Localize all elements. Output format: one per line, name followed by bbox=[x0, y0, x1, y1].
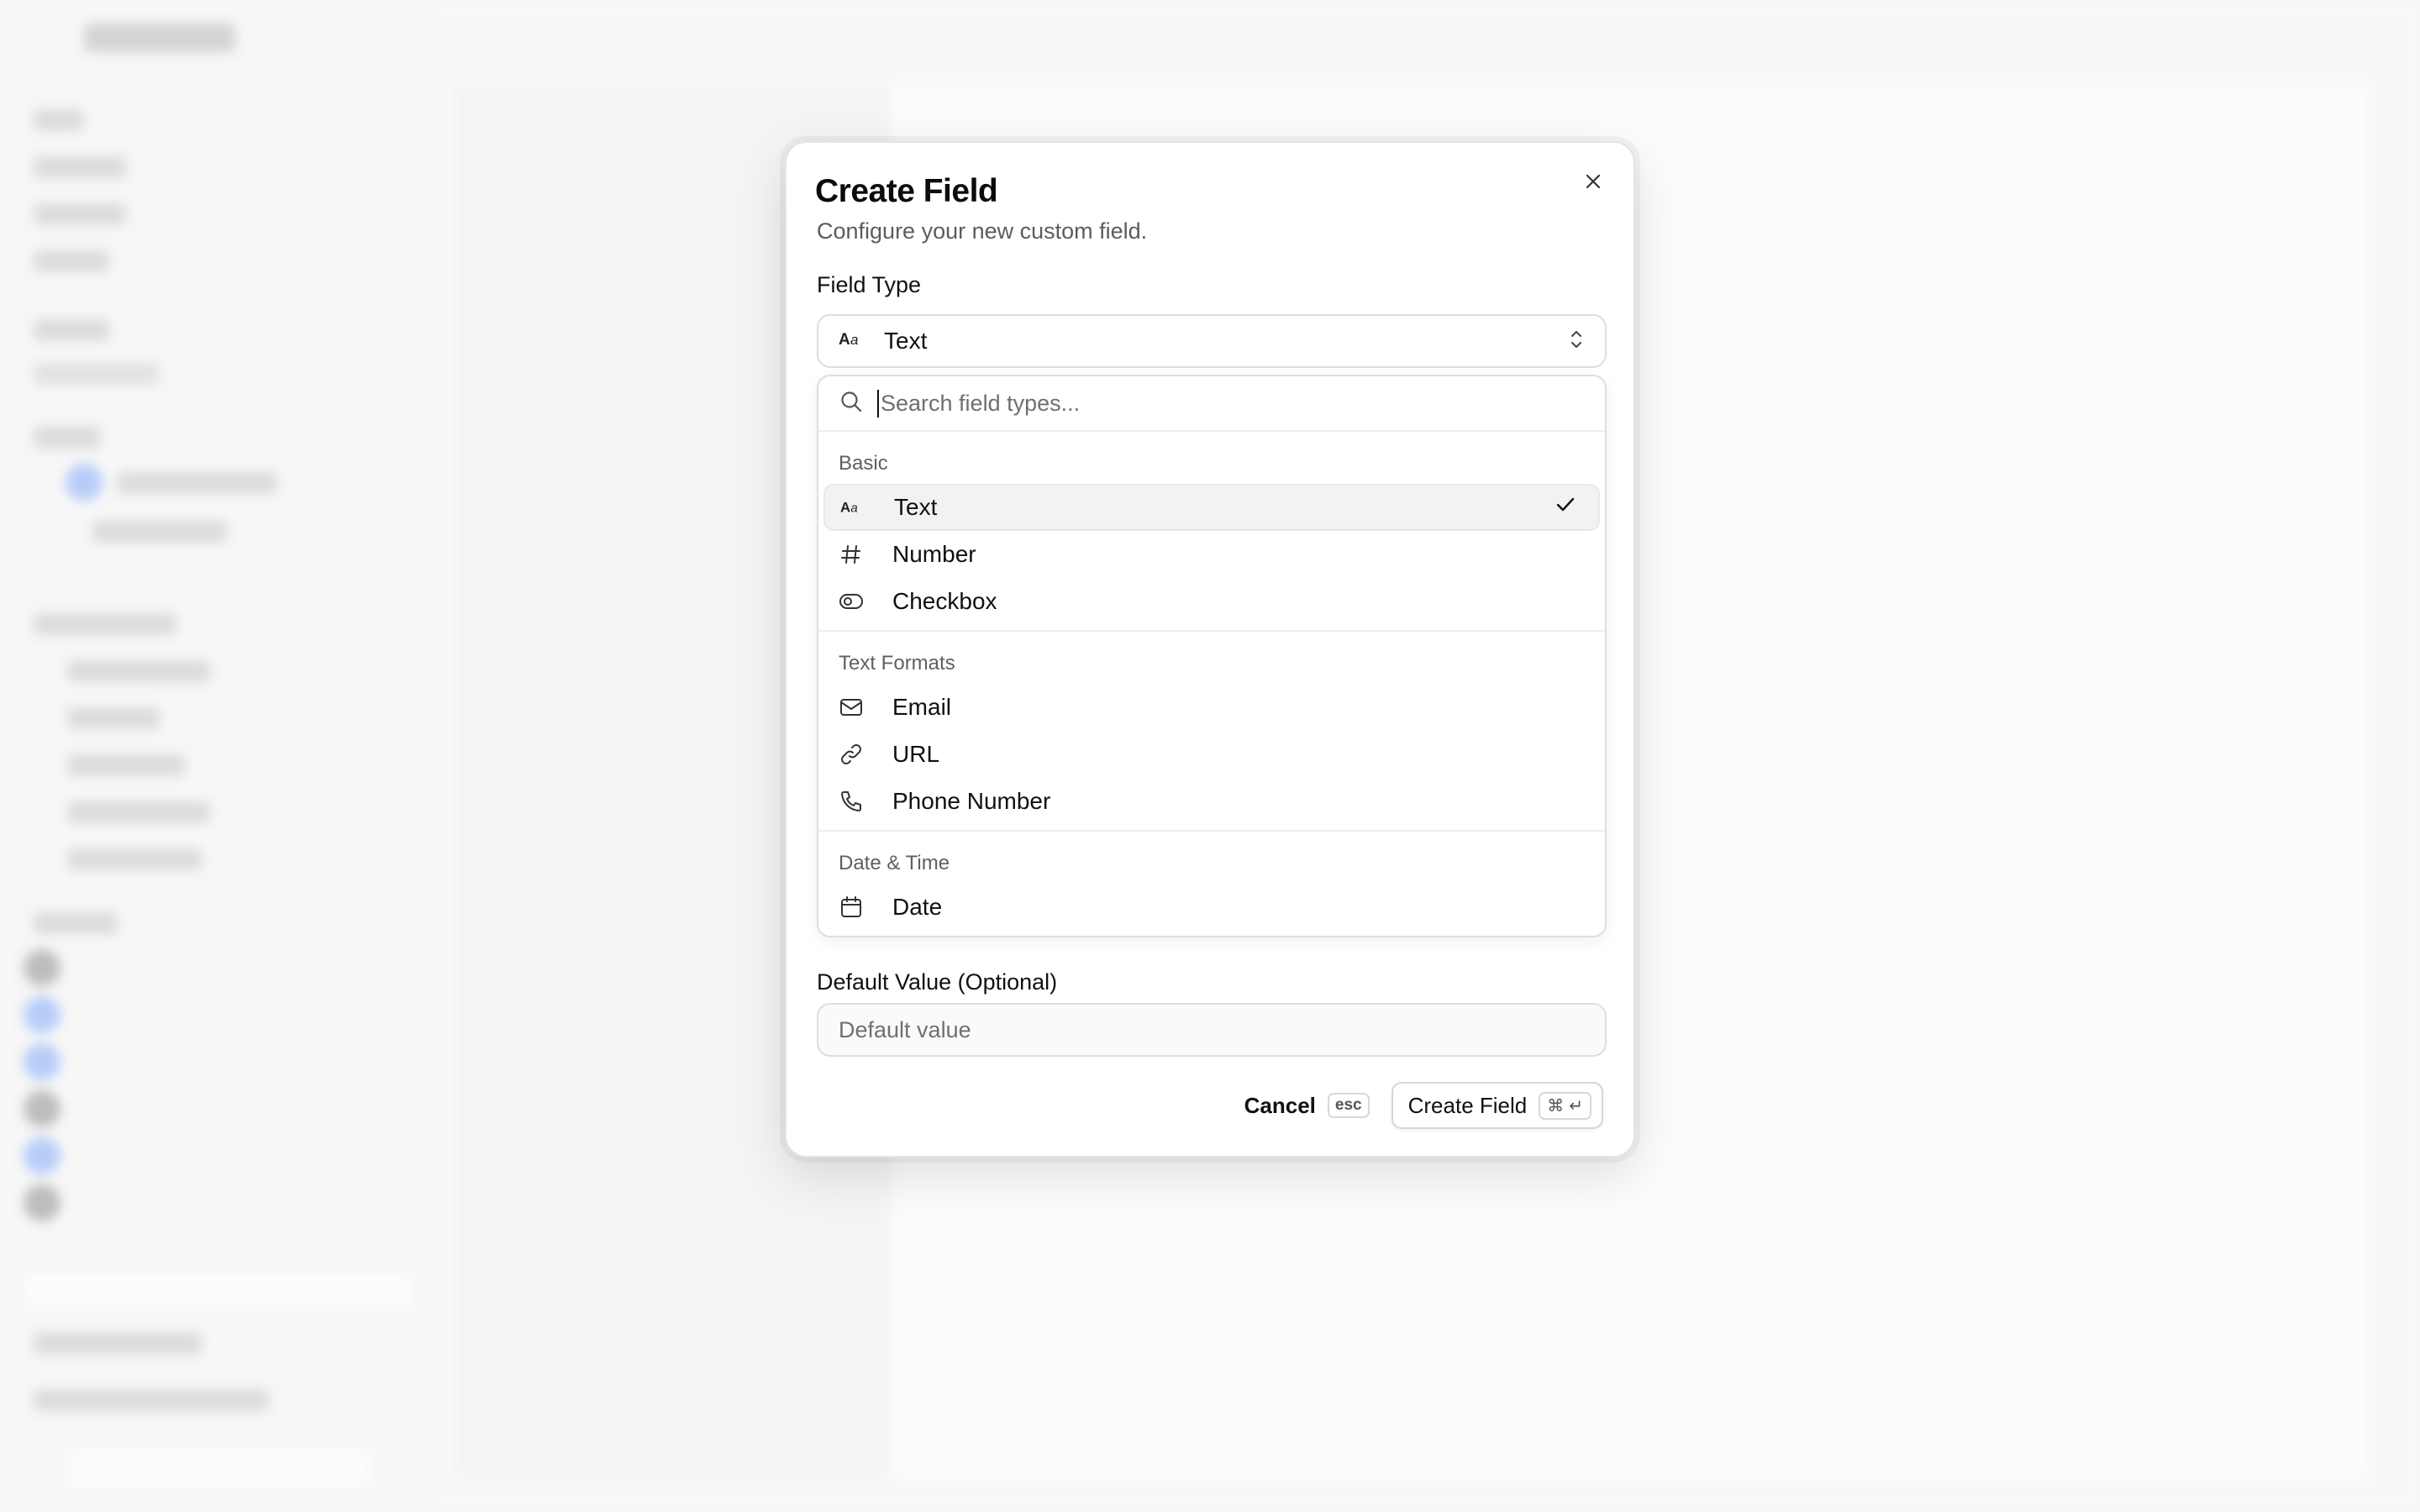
mail-icon bbox=[839, 696, 864, 718]
option-label: Number bbox=[892, 541, 976, 567]
check-icon bbox=[1553, 492, 1578, 523]
cancel-label: Cancel bbox=[1244, 1092, 1316, 1118]
option-group-date-time: Date & Time Date bbox=[818, 832, 1605, 936]
option-label: Date bbox=[892, 894, 943, 920]
option-label: Checkbox bbox=[892, 588, 997, 614]
svg-text:A: A bbox=[840, 499, 850, 515]
toggle-icon bbox=[839, 592, 864, 611]
group-label: Basic bbox=[839, 452, 888, 475]
text-type-icon: A a bbox=[839, 330, 867, 353]
option-checkbox[interactable]: Checkbox bbox=[823, 578, 1600, 625]
svg-text:A: A bbox=[839, 331, 850, 349]
option-label: URL bbox=[892, 741, 940, 767]
cancel-button[interactable]: Cancel esc bbox=[1244, 1086, 1370, 1126]
enter-key-icon: ↵ bbox=[1569, 1096, 1583, 1116]
field-type-selected-value: Text bbox=[884, 328, 928, 354]
option-phone-number[interactable]: Phone Number bbox=[823, 778, 1600, 825]
dialog-footer: Cancel esc Create Field ⌘ ↵ bbox=[1244, 1082, 1603, 1129]
x-icon bbox=[1583, 171, 1603, 196]
phone-icon bbox=[839, 789, 864, 814]
field-type-select[interactable]: A a Text bbox=[817, 314, 1607, 368]
esc-shortcut-badge: esc bbox=[1327, 1093, 1370, 1118]
option-label: Phone Number bbox=[892, 788, 1051, 814]
dropdown-search bbox=[818, 376, 1605, 432]
submit-shortcut-badge: ⌘ ↵ bbox=[1539, 1091, 1591, 1120]
option-text[interactable]: A a Text bbox=[823, 484, 1600, 531]
text-type-icon: A a bbox=[840, 498, 865, 517]
search-icon bbox=[839, 389, 864, 418]
search-field-types-input[interactable] bbox=[877, 389, 1549, 417]
option-url[interactable]: URL bbox=[823, 731, 1600, 778]
option-date[interactable]: Date bbox=[823, 884, 1600, 931]
option-label: Text bbox=[894, 494, 938, 520]
create-label: Create Field bbox=[1407, 1092, 1528, 1118]
link-icon bbox=[839, 742, 864, 767]
close-button[interactable] bbox=[1575, 165, 1612, 202]
svg-text:a: a bbox=[850, 501, 857, 515]
dialog-subtitle: Configure your new custom field. bbox=[817, 218, 1148, 244]
default-value-input[interactable] bbox=[817, 1003, 1607, 1057]
option-group-basic: Basic A a Text Number Checkbox bbox=[818, 432, 1605, 632]
hash-icon bbox=[839, 543, 864, 566]
field-type-label: Field Type bbox=[817, 272, 922, 297]
option-email[interactable]: Email bbox=[823, 684, 1600, 731]
create-field-button[interactable]: Create Field ⌘ ↵ bbox=[1391, 1082, 1603, 1129]
default-value-label: Default Value (Optional) bbox=[817, 969, 1058, 995]
group-label: Date & Time bbox=[839, 852, 950, 874]
create-field-dialog: Create Field Configure your new custom f… bbox=[785, 141, 1635, 1158]
svg-text:a: a bbox=[850, 332, 858, 348]
field-type-dropdown: Basic A a Text Number bbox=[817, 375, 1607, 937]
dialog-title: Create Field bbox=[815, 173, 998, 209]
chevrons-up-down-icon bbox=[1568, 328, 1585, 355]
calendar-icon bbox=[839, 895, 864, 920]
group-label: Text Formats bbox=[839, 652, 955, 675]
option-group-text-formats: Text Formats Email URL Phone Number bbox=[818, 632, 1605, 832]
command-key-icon: ⌘ bbox=[1547, 1096, 1565, 1116]
option-number[interactable]: Number bbox=[823, 531, 1600, 578]
option-label: Email bbox=[892, 694, 952, 720]
